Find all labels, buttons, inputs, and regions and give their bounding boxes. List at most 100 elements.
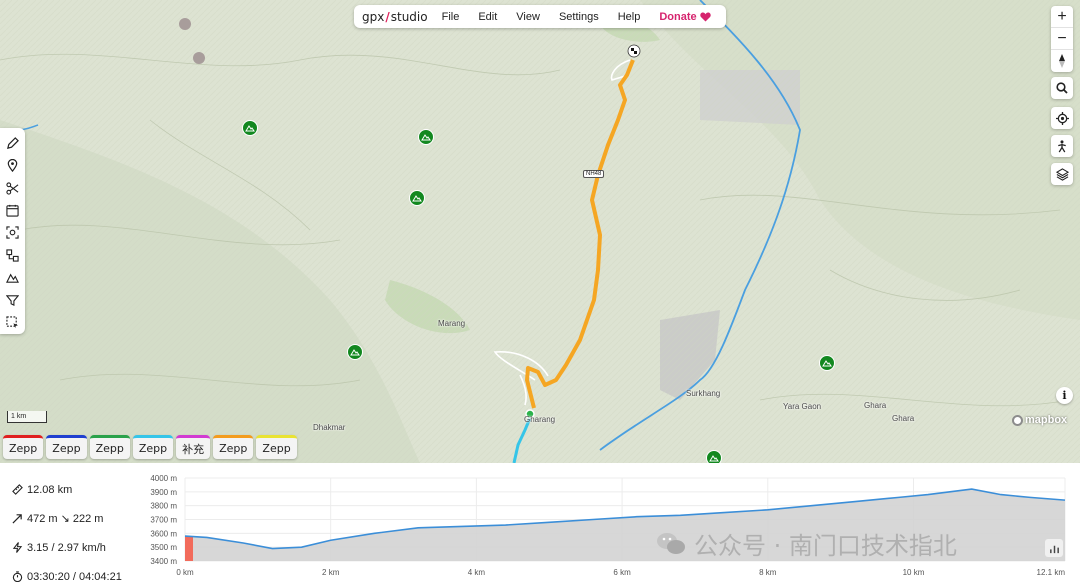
search-button[interactable] (1051, 77, 1073, 99)
map-view[interactable]: gpx / studio File Edit View Settings Hel… (0, 0, 1080, 463)
zap-icon (12, 542, 23, 553)
layers-control (1051, 163, 1073, 185)
chart-options-button[interactable] (1045, 539, 1063, 557)
focus-scan-icon[interactable] (4, 224, 22, 242)
place-label: Marang (438, 319, 466, 328)
zoom-controls: + − (1051, 6, 1073, 72)
select-area-icon[interactable] (4, 314, 22, 332)
app-logo: gpx / studio (362, 10, 428, 24)
menu-help[interactable]: Help (618, 11, 641, 23)
layers-button[interactable] (1051, 163, 1073, 185)
road-shield: NH48 (583, 170, 605, 178)
donate-button[interactable]: Donate (659, 10, 711, 23)
filter-icon[interactable] (4, 291, 22, 309)
selection-highlight (185, 536, 193, 561)
mapbox-logo-icon (1012, 414, 1023, 426)
distance-stat: 12.08 km (12, 475, 122, 504)
x-tick-label: 2 km (322, 568, 340, 577)
place-label: Ghara (864, 401, 887, 410)
file-tabs: Zepp Zepp Zepp Zepp 补充 Zepp Zepp (3, 435, 297, 459)
peak-marker-icon[interactable] (819, 355, 835, 371)
menu-view[interactable]: View (516, 11, 540, 23)
map-pin-icon[interactable] (4, 156, 22, 174)
file-tab[interactable]: Zepp (213, 435, 254, 459)
y-tick-label: 3600 m (150, 529, 177, 538)
file-tab-label: Zepp (219, 442, 248, 455)
wechat-icon (657, 532, 685, 554)
time-value: 03:30:20 / 04:04:21 (27, 570, 122, 583)
terrain-layer (0, 0, 1080, 463)
merge-icon[interactable] (4, 246, 22, 264)
peak-marker-icon[interactable] (706, 450, 722, 463)
menu-edit[interactable]: Edit (478, 11, 497, 23)
heart-icon (699, 12, 711, 22)
search-icon (1056, 82, 1068, 94)
elevation-stat: 472 m ↘ 222 m (12, 504, 122, 533)
locate-button[interactable] (1051, 107, 1073, 129)
peak-marker-icon[interactable] (418, 129, 434, 145)
x-tick-label: 12.1 km (1037, 568, 1066, 577)
logo-slash-icon: / (385, 9, 390, 24)
x-tick-label: 4 km (468, 568, 486, 577)
place-label: Surkhang (686, 389, 721, 398)
mapbox-logo[interactable]: mapbox (1012, 414, 1067, 426)
info-button[interactable]: i (1056, 387, 1073, 404)
x-tick-label: 0 km (176, 568, 194, 577)
peak-marker-icon[interactable] (347, 344, 363, 360)
peak-marker-icon[interactable] (242, 120, 258, 136)
file-tab-label: Zepp (138, 442, 168, 455)
x-tick-label: 8 km (759, 568, 777, 577)
y-tick-label: 3500 m (150, 543, 177, 552)
x-tick-label: 6 km (613, 568, 631, 577)
menu-file[interactable]: File (442, 11, 460, 23)
elevation-panel: 12.08 km 472 m ↘ 222 m 3.15 / 2.97 km/h … (0, 463, 1080, 587)
zoom-in-button[interactable]: + (1051, 6, 1073, 28)
peak-marker-icon[interactable] (409, 190, 425, 206)
file-tab[interactable]: 补充 (176, 435, 211, 459)
street-view-control (1051, 135, 1073, 157)
ruler-icon (12, 484, 23, 495)
menu-bar: gpx / studio File Edit View Settings Hel… (354, 5, 726, 28)
pencil-icon[interactable] (4, 134, 22, 152)
file-tab[interactable]: Zepp (256, 435, 297, 459)
track-statistics: 12.08 km 472 m ↘ 222 m 3.15 / 2.97 km/h … (12, 475, 122, 587)
time-stat: 03:30:20 / 04:04:21 (12, 562, 122, 587)
file-tab-label: 补充 (182, 442, 205, 456)
scissors-icon[interactable] (4, 179, 22, 197)
scale-bar: 1 km (7, 411, 47, 423)
bar-chart-icon (1049, 545, 1059, 553)
file-tab[interactable]: Zepp (3, 435, 44, 459)
timer-icon (12, 571, 23, 582)
file-tab-label: Zepp (262, 442, 291, 455)
watermark: 公众号 · 南门口技术指北 (656, 526, 957, 561)
file-tab[interactable]: Zepp (89, 435, 130, 459)
file-tab-label: Zepp (52, 442, 81, 455)
file-tab-label: Zepp (9, 442, 38, 455)
hiker-icon (1058, 139, 1066, 152)
menu-settings[interactable]: Settings (559, 11, 599, 23)
tool-panel (0, 128, 25, 334)
locate-control (1051, 107, 1073, 129)
speed-stat: 3.15 / 2.97 km/h (12, 533, 122, 562)
logo-text-left: gpx (362, 9, 385, 24)
file-tab[interactable]: Zepp (46, 435, 87, 459)
zoom-out-button[interactable]: − (1051, 28, 1073, 50)
elevation-value: 472 m ↘ 222 m (27, 513, 104, 525)
y-tick-label: 3900 m (150, 488, 177, 497)
search-control (1051, 77, 1073, 99)
calendar-clock-icon[interactable] (4, 201, 22, 219)
street-view-button[interactable] (1051, 135, 1073, 157)
place-label: Gharang (524, 415, 556, 424)
file-tab[interactable]: Zepp (132, 435, 174, 459)
speed-value: 3.15 / 2.97 km/h (27, 541, 106, 554)
place-label: Yara Gaon (783, 402, 822, 411)
compass-button[interactable] (1051, 50, 1073, 72)
watermark-text: 公众号 · 南门口技术指北 (694, 532, 957, 560)
x-tick-label: 10 km (903, 568, 925, 577)
y-tick-label: 3800 m (150, 502, 177, 511)
locate-icon (1055, 111, 1069, 125)
donate-label: Donate (659, 10, 697, 23)
mountain-icon[interactable] (4, 269, 22, 287)
y-tick-label: 3400 m (150, 557, 177, 566)
y-tick-label: 3700 m (150, 516, 177, 525)
